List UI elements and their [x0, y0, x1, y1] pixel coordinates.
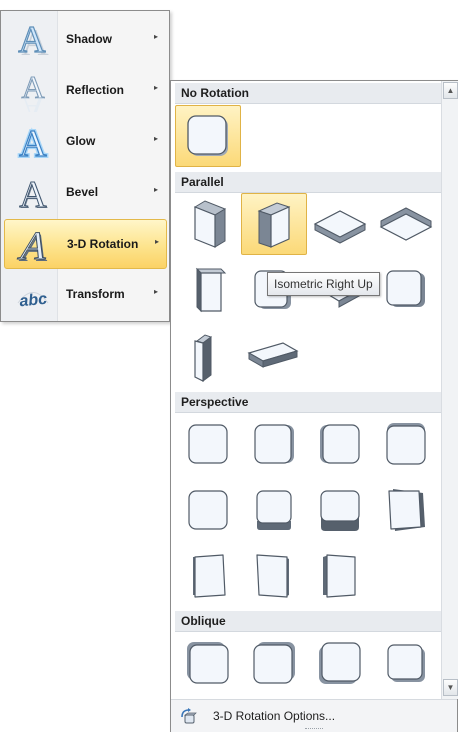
section-header-perspective: Perspective — [175, 392, 441, 413]
reflection-effect-icon: A A — [21, 70, 45, 112]
perspective-below-icon — [386, 423, 426, 465]
section-header-no-rotation: No Rotation — [175, 83, 441, 104]
perspective-contrasting-icon — [388, 489, 425, 531]
menu-item-label: Glow — [66, 134, 96, 148]
preset-isometric-top-down[interactable] — [241, 325, 307, 387]
perspective-heroic-extreme-icon — [323, 554, 356, 598]
preset-isometric-top-up[interactable] — [307, 193, 373, 255]
scroll-down-button[interactable]: ▼ — [443, 679, 458, 696]
shadow-effect-icon: A A — [18, 19, 50, 61]
preset-oblique-top-right[interactable] — [241, 632, 307, 694]
isometric-bottom-down-icon — [379, 207, 433, 241]
3d-rotation-effect-icon: A A — [14, 224, 54, 266]
preset-oblique-bottom-right[interactable] — [373, 632, 439, 694]
rotation-options-label: 3-D Rotation Options... — [213, 709, 336, 723]
scroll-up-button[interactable]: ▲ — [443, 82, 458, 99]
transform-effect-icon: abc — [17, 291, 49, 311]
preset-perspective-heroic-extreme[interactable] — [307, 545, 373, 607]
menu-item-reflection[interactable]: A A Reflection ▸ — [4, 66, 167, 116]
menu-item-transform[interactable]: abc Transform ▸ — [4, 270, 167, 320]
menu-item-shadow[interactable]: A A Shadow ▸ — [4, 15, 167, 65]
svg-text:A: A — [15, 224, 54, 266]
menu-item-label: Shadow — [66, 32, 113, 46]
menu-item-label: 3-D Rotation — [67, 237, 139, 251]
gallery-scrollbar[interactable]: ▲ ▼ — [441, 81, 458, 699]
submenu-arrow-icon: ▸ — [154, 32, 159, 41]
preset-isometric-left-up[interactable] — [175, 259, 241, 321]
perspective-right-tilt-icon — [256, 554, 289, 598]
preset-oblique-top-left[interactable] — [175, 632, 241, 694]
preset-perspective-heroic[interactable] — [307, 479, 373, 541]
svg-text:abc: abc — [19, 291, 48, 311]
svg-text:A: A — [19, 123, 47, 163]
menu-item-glow[interactable]: A A Glow ▸ — [4, 117, 167, 167]
preset-perspective-right-tilt[interactable] — [241, 545, 307, 607]
bevel-effect-icon: A A — [19, 174, 49, 215]
perspective-left-tilt-icon — [193, 554, 226, 598]
menu-item-label: Bevel — [66, 185, 99, 199]
isometric-bottom-left-icon — [194, 334, 213, 382]
perspective-above-icon — [188, 490, 228, 530]
3d-rotation-gallery: No Rotation Parallel Perspective Oblique… — [170, 80, 458, 732]
perspective-right-icon — [320, 424, 360, 464]
section-header-parallel: Parallel — [175, 172, 441, 193]
preset-perspective-left[interactable] — [241, 413, 307, 475]
preset-perspective-left-tilt[interactable] — [175, 545, 241, 607]
submenu-arrow-icon: ▸ — [155, 237, 160, 246]
isometric-top-down-icon — [247, 342, 299, 368]
oblique-top-left-icon — [187, 642, 229, 684]
preset-perspective-below[interactable] — [373, 413, 439, 475]
menu-item-bevel[interactable]: A A Bevel ▸ — [4, 168, 167, 218]
preset-perspective-right[interactable] — [307, 413, 373, 475]
preset-isometric-left-up-tilted[interactable] — [373, 259, 439, 321]
no-rotation-preset-icon — [187, 115, 228, 156]
svg-text:A: A — [18, 19, 46, 61]
preset-perspective-front[interactable] — [175, 413, 241, 475]
preset-isometric-left-down[interactable] — [175, 193, 241, 255]
perspective-left-icon — [254, 424, 294, 464]
isometric-right-up-icon — [257, 202, 291, 248]
menu-item-label: Transform — [66, 287, 125, 301]
isometric-left-up-icon — [195, 267, 227, 313]
preset-isometric-right-up[interactable] — [241, 193, 307, 255]
menu-item-label: Reflection — [66, 83, 125, 97]
isometric-left-down-icon — [193, 200, 227, 248]
rotation-options-row[interactable]: 3-D Rotation Options... — [171, 699, 457, 732]
glow-effect-icon: A A — [17, 121, 49, 163]
submenu-arrow-icon: ▸ — [154, 134, 159, 143]
preset-no-rotation[interactable] — [175, 105, 241, 167]
section-header-oblique: Oblique — [175, 611, 441, 632]
menu-item-3d-rotation[interactable]: A A 3-D Rotation ▸ — [4, 219, 167, 269]
submenu-arrow-icon: ▸ — [154, 185, 159, 194]
isometric-top-up-icon — [313, 210, 367, 244]
preset-perspective-relaxed[interactable] — [241, 479, 307, 541]
svg-text:A: A — [19, 174, 47, 214]
preset-tooltip: Isometric Right Up — [267, 272, 380, 296]
submenu-arrow-icon: ▸ — [154, 83, 159, 92]
isometric-tilted-icon — [386, 270, 425, 307]
oblique-top-right-icon — [253, 642, 295, 684]
svg-text:A: A — [21, 91, 44, 112]
oblique-bottom-left-icon — [319, 642, 361, 684]
rotation-options-icon — [181, 708, 197, 724]
submenu-arrow-icon: ▸ — [154, 287, 159, 296]
perspective-front-icon — [188, 424, 228, 464]
perspective-relaxed-icon — [256, 490, 292, 530]
preset-oblique-bottom-left[interactable] — [307, 632, 373, 694]
preset-perspective-contrasting[interactable] — [373, 479, 439, 541]
preset-perspective-above[interactable] — [175, 479, 241, 541]
resize-grip[interactable] — [305, 728, 323, 732]
oblique-bottom-right-icon — [387, 644, 425, 682]
preset-isometric-bottom-left[interactable] — [175, 325, 241, 387]
text-effects-menu: A A Shadow ▸ A A Reflection ▸ A A Glow ▸… — [0, 10, 170, 322]
perspective-heroic-icon — [320, 490, 360, 531]
preset-isometric-bottom-down[interactable] — [373, 193, 439, 255]
